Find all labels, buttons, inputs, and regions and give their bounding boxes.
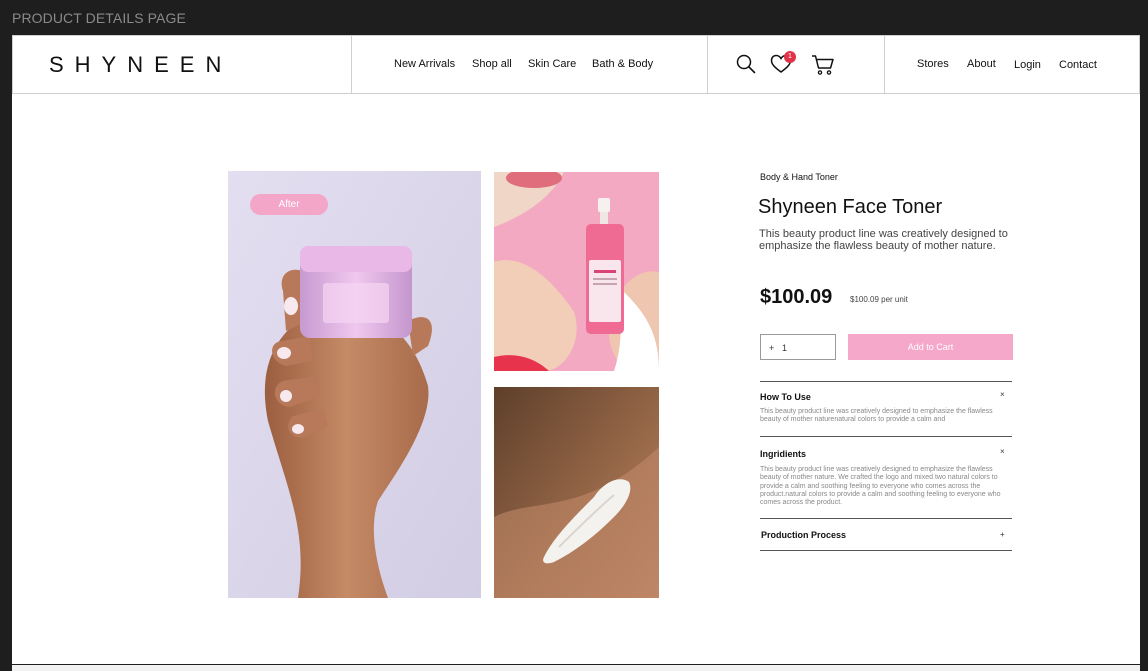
brand-logo[interactable]: SHYNEEN (49, 52, 232, 78)
accordion-divider (760, 381, 1012, 382)
quantity-increment-button[interactable]: + (769, 343, 774, 353)
nav-skin-care[interactable]: Skin Care (528, 58, 576, 70)
product-thumbnail-serum[interactable] (494, 172, 659, 371)
accordion-how-to-use-body: This beauty product line was creatively … (760, 408, 993, 424)
header-divider (884, 36, 885, 94)
page-bottom-edge (12, 665, 1140, 671)
accordion-divider (760, 436, 1012, 437)
product-category: Body & Hand Toner (760, 172, 838, 182)
header-divider (351, 36, 352, 94)
nav-about[interactable]: About (967, 58, 996, 70)
unit-price: $100.09 per unit (850, 295, 908, 304)
nav-shop-all[interactable]: Shop all (472, 58, 512, 70)
nav-contact[interactable]: Contact (1059, 59, 1097, 71)
product-price: $100.09 (760, 286, 833, 308)
product-title: Shyneen Face Toner (758, 196, 943, 218)
accordion-divider (760, 518, 1012, 519)
nav-new-arrivals[interactable]: New Arrivals (394, 58, 455, 70)
product-description: This beauty product line was creatively … (759, 228, 1008, 252)
site-header: SHYNEEN New Arrivals Shop all Skin Care … (12, 35, 1140, 94)
product-main-image[interactable]: After (228, 171, 481, 598)
quantity-stepper[interactable]: + 1 (760, 334, 836, 360)
search-icon[interactable] (736, 54, 756, 74)
nav-bath-body[interactable]: Bath & Body (592, 58, 653, 70)
product-details-page: SHYNEEN New Arrivals Shop all Skin Care … (12, 35, 1140, 664)
after-badge: After (250, 194, 328, 215)
accordion-ingredients-body: This beauty product line was creatively … (760, 466, 1001, 507)
product-thumbnail-texture[interactable] (494, 387, 659, 598)
accordion-how-to-use-title[interactable]: How To Use (760, 392, 811, 402)
hand-holding-jar-image (228, 171, 481, 598)
serum-bottle-image (494, 172, 659, 371)
nav-stores[interactable]: Stores (917, 58, 949, 70)
quantity-value[interactable]: 1 (782, 343, 787, 353)
accordion-production-toggle[interactable]: + (1000, 530, 1005, 539)
accordion-ingredients-title[interactable]: Ingridients (760, 449, 806, 459)
accordion-ingredients-toggle[interactable]: × (1000, 447, 1005, 456)
accordion-how-to-use-toggle[interactable]: × (1000, 390, 1005, 399)
accordion-divider (760, 550, 1012, 551)
wishlist-count-badge: 1 (784, 51, 796, 63)
add-to-cart-button[interactable]: Add to Cart (848, 334, 1013, 360)
cream-swatch-image (494, 387, 659, 598)
wishlist-button[interactable]: 1 (770, 51, 796, 76)
nav-login[interactable]: Login (1014, 59, 1041, 71)
cart-icon[interactable] (811, 54, 835, 76)
frame-label: PRODUCT DETAILS PAGE (12, 10, 186, 26)
accordion-production-title[interactable]: Production Process (761, 530, 846, 540)
header-divider (707, 36, 708, 94)
